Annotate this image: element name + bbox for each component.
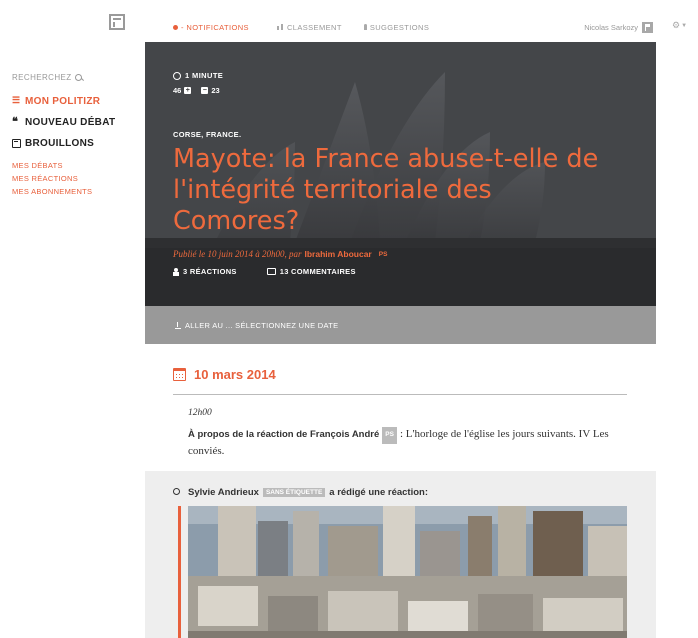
reaction-action: a rédigé une réaction: [329,487,429,498]
sidebar-item-mes-debats[interactable]: MES DÉBATS [12,159,137,172]
timeline-entry: À propos de la réaction de François Andr… [188,427,628,458]
minus-icon[interactable]: − [201,87,209,94]
reaction-author-link[interactable]: Sylvie Andrieux [188,487,259,498]
sidebar-item-brouillons[interactable]: BROUILLONS [12,133,137,154]
debate-tags[interactable]: CORSE, FRANCE. [173,130,241,139]
tab-label: - NOTIFICATIONS [181,22,249,32]
date-selector-bar[interactable]: ALLER AU ... SÉLECTIONNEZ UNE DATE [145,306,656,344]
bullet-icon [173,488,180,495]
party-badge: PS [378,250,388,258]
user-name: Nicolas Sarkozy [584,22,638,32]
reactions-count: 3 RÉACTIONS [183,267,237,276]
plus-icon[interactable]: + [184,87,192,94]
published-line: Publié le 10 juin 2014 à 20h00, par Ibra… [173,249,387,259]
document-icon [12,139,21,148]
tab-notifications[interactable]: - NOTIFICATIONS [173,23,249,32]
tab-label: CLASSEMENT [286,22,342,32]
comment-icon [266,268,276,275]
votes-down-count: 23 [211,86,220,95]
sidebar-item-mes-abonnements[interactable]: MES ABONNEMENTS [12,185,137,198]
sidebar-item-label: MON POLITIZR [25,96,101,107]
reaction-icon [173,267,179,276]
search-link[interactable]: RECHERCHEZ [12,71,137,83]
timeline-date-label: 10 mars 2014 [194,367,276,382]
sidebar-item-label: BROUILLONS [25,138,95,149]
flag-icon [642,21,653,33]
gear-icon: ⚙ [672,20,681,30]
reading-time: 1 MINUTE [173,71,223,80]
entry-time: 12h00 [188,408,212,418]
comments-link[interactable]: 13 COMMENTAIRES [266,267,356,276]
city-photo-image [188,506,627,638]
timeline-date: 10 mars 2014 [173,367,276,382]
suggestion-icon [363,24,367,30]
search-label: RECHERCHEZ [12,72,72,82]
quote-icon [12,115,21,128]
reaction-header: Sylvie Andrieux SANS ÉTIQUETTE a rédigé … [188,487,428,498]
settings-menu[interactable]: ⚙ ▼ [672,20,687,31]
published-date: Publié le 10 juin 2014 à 20h00, par [173,249,302,259]
sidebar-item-label: NOUVEAU DÉBAT [25,117,116,128]
votes: 46 + − 23 [173,86,220,95]
reading-time-label: 1 MINUTE [185,71,224,80]
ranking-icon [276,24,284,30]
tab-label: SUGGESTIONS [369,22,430,32]
list-icon [12,95,21,106]
reaction-photo[interactable] [188,506,627,638]
calendar-icon [173,368,186,381]
party-badge: PS [382,427,397,444]
stopwatch-icon [173,71,181,80]
sub-nav: MES DÉBATS MES RÉACTIONS MES ABONNEMENTS [12,159,137,198]
reaction-accent-bar [178,506,181,638]
user-menu[interactable]: Nicolas Sarkozy [584,21,653,33]
entry-lead-link[interactable]: À propos de la réaction de François Andr… [188,429,379,440]
top-nav: - NOTIFICATIONS CLASSEMENT SUGGESTIONS N… [145,12,656,42]
notification-dot-icon [173,24,178,30]
debate-hero: 1 MINUTE 46 + − 23 CORSE, FRANCE. Mayote… [145,42,656,306]
debate-title: Mayote: la France abuse-t-elle de l'inté… [173,144,599,236]
divider [173,394,627,395]
sidebar-item-mes-reactions[interactable]: MES RÉACTIONS [12,172,137,185]
comments-count: 13 COMMENTAIRES [279,267,356,276]
chevron-down-icon: ▼ [681,22,688,29]
search-icon [74,73,82,81]
sidebar-item-nouveau-debat[interactable]: NOUVEAU DÉBAT [12,112,137,133]
tab-suggestions[interactable]: SUGGESTIONS [363,22,430,32]
debate-stats: 3 RÉACTIONS 13 COMMENTAIRES [173,267,356,276]
tab-classement[interactable]: CLASSEMENT [276,22,342,32]
politizr-logo-icon[interactable] [109,14,125,30]
reactions-link[interactable]: 3 RÉACTIONS [173,267,237,276]
main-nav: MON POLITIZR NOUVEAU DÉBAT BROUILLONS [12,91,137,154]
author-link[interactable]: Ibrahim Aboucar [305,249,372,259]
sidebar: RECHERCHEZ MON POLITIZR NOUVEAU DÉBAT BR… [12,71,137,198]
sidebar-item-mon-politizr[interactable]: MON POLITIZR [12,91,137,112]
votes-up-count: 46 [173,86,182,95]
label-badge: SANS ÉTIQUETTE [262,488,326,497]
reaction-card: Sylvie Andrieux SANS ÉTIQUETTE a rédigé … [145,471,656,638]
date-selector-label: ALLER AU ... SÉLECTIONNEZ UNE DATE [185,320,339,330]
download-icon [175,321,181,329]
